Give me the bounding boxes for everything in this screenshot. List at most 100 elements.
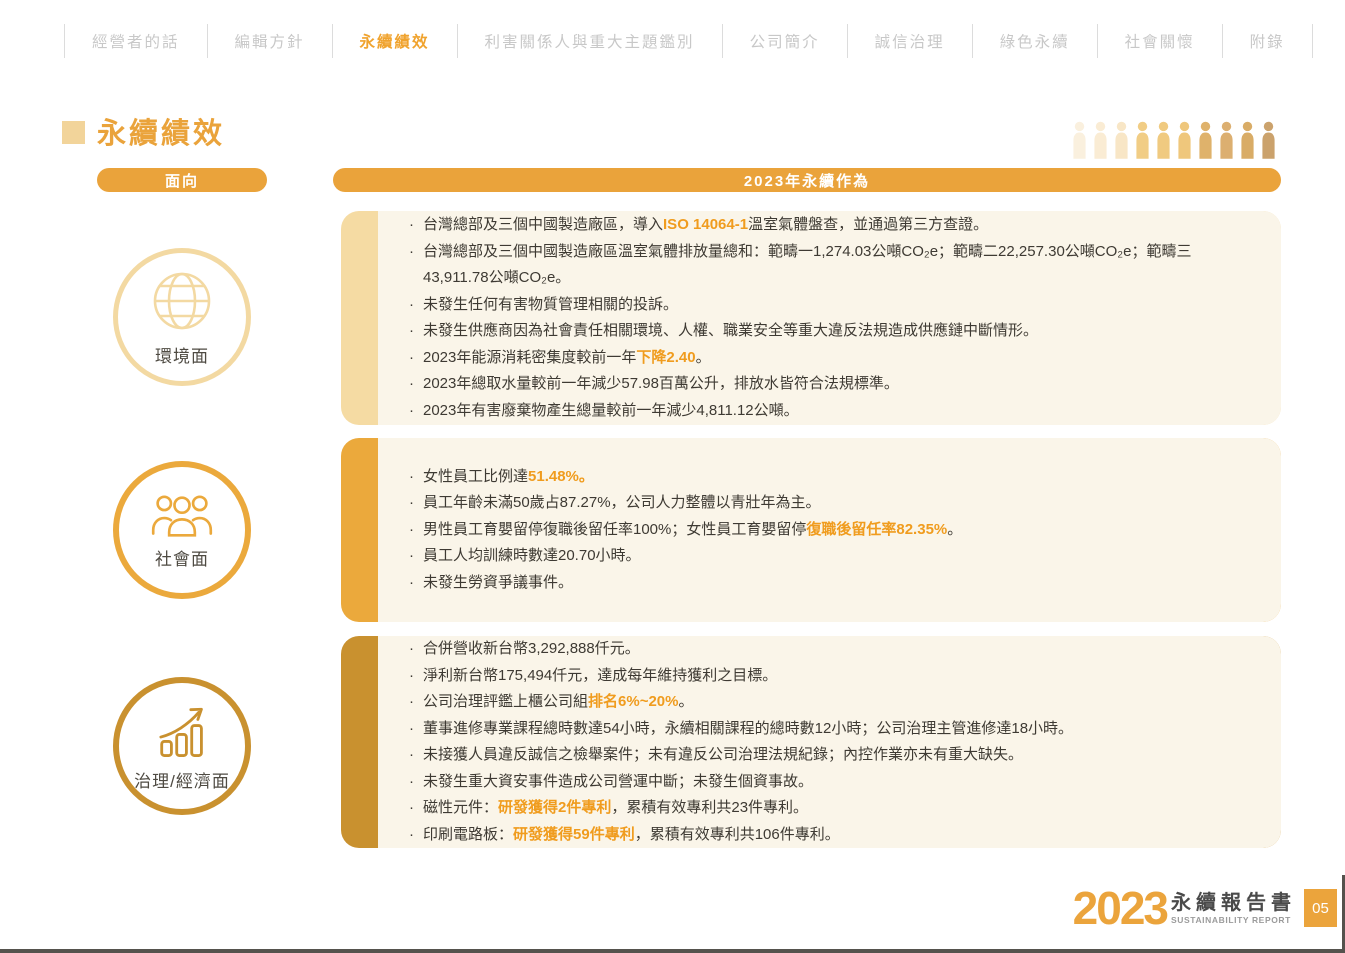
bullet-item: 員工年齡未滿50歲占87.27%，公司人力整體以青壯年為主。	[408, 490, 1253, 517]
aspect-column-header: 面向	[97, 168, 267, 192]
people-icons-strip	[1072, 121, 1276, 159]
bullet-text: 2023年能源消耗密集度較前一年	[423, 349, 636, 366]
bullet-text: 公司治理評鑑上櫃公司組	[423, 693, 588, 710]
bullet-text: 員工人均訓練時數達20.70小時。	[423, 547, 641, 564]
bullet-text: 董事進修專業課程總時數達54小時，永續相關課程的總時數12小時；公司治理主管進修…	[423, 720, 1073, 737]
bullet-list: 女性員工比例達51.48%。員工年齡未滿50歲占87.27%，公司人力整體以青壯…	[408, 464, 1253, 597]
nav-tab-綠色永續[interactable]: 綠色永續	[973, 30, 1097, 52]
bullet-text: 淨利新台幣175,494仟元，達成每年維持獲利之目標。	[423, 667, 777, 684]
person-icon	[1240, 121, 1255, 159]
section-content: 合併營收新台幣3,292,888仟元。淨利新台幣175,494仟元，達成每年維持…	[378, 636, 1281, 848]
bullet-text: 未發生任何有害物質管理相關的投訴。	[423, 296, 678, 313]
growth-chart-icon	[151, 700, 213, 760]
highlight-text: 排名6%~20%	[588, 693, 678, 710]
nav-tab-編輯方針[interactable]: 編輯方針	[208, 30, 332, 52]
section-content: 台灣總部及三個中國製造廠區，導入ISO 14064-1溫室氣體盤查，並通過第三方…	[378, 211, 1281, 425]
nav-tab-經營者的話[interactable]: 經營者的話	[65, 30, 207, 52]
bullet-item: 公司治理評鑑上櫃公司組排名6%~20%。	[408, 689, 1253, 716]
page-title-row: 永續績效	[62, 110, 225, 152]
section-block-社會面: 女性員工比例達51.48%。員工年齡未滿50歲占87.27%，公司人力整體以青壯…	[341, 438, 1281, 622]
bullet-item: 2023年能源消耗密集度較前一年下降2.40。	[408, 345, 1253, 372]
bullet-text: 。	[696, 349, 711, 366]
people-group-icon	[151, 491, 213, 538]
person-icon	[1135, 121, 1150, 159]
nav-tab-利害關係人與重大主題鑑別[interactable]: 利害關係人與重大主題鑑別	[458, 30, 722, 52]
bullet-item: 董事進修專業課程總時數達54小時，永續相關課程的總時數12小時；公司治理主管進修…	[408, 716, 1253, 743]
bullet-text: 台灣總部及三個中國製造廠區，導入	[423, 216, 663, 233]
nav-tab-社會關懷[interactable]: 社會關懷	[1098, 30, 1222, 52]
page-title: 永續績效	[97, 110, 225, 152]
bullet-text: 。	[947, 521, 962, 538]
page-bottom-border	[0, 949, 1345, 953]
bullet-item: 女性員工比例達51.48%。	[408, 464, 1253, 491]
section-circle-治理/經濟面: 治理/經濟面	[113, 677, 251, 815]
top-navigation: 經營者的話編輯方針永續績效利害關係人與重大主題鑑別公司簡介誠信治理綠色永續社會關…	[64, 22, 1285, 60]
bullet-item: 未發生重大資安事件造成公司營運中斷；未發生個資事故。	[408, 769, 1253, 796]
bullet-item: 未發生供應商因為社會責任相關環境、人權、職業安全等重大違反法規造成供應鏈中斷情形…	[408, 318, 1253, 345]
person-icon	[1219, 121, 1234, 159]
footer-year: 2023	[1073, 888, 1167, 929]
bullet-text: 台灣總部及三個中國製造廠區溫室氣體排放量總和：範疇一1,274.03公噸CO₂e…	[423, 243, 1191, 287]
bullet-text: ，累積有效專利共23件專利。	[611, 799, 808, 816]
person-icon	[1198, 121, 1213, 159]
bullet-item: 2023年有害廢棄物產生總量較前一年減少4,811.12公噸。	[408, 398, 1253, 425]
highlight-text: ISO 14064-1	[663, 216, 748, 233]
person-icon	[1072, 121, 1087, 159]
bullet-list: 合併營收新台幣3,292,888仟元。淨利新台幣175,494仟元，達成每年維持…	[408, 636, 1253, 848]
bullet-item: 淨利新台幣175,494仟元，達成每年維持獲利之目標。	[408, 663, 1253, 690]
bullet-item: 台灣總部及三個中國製造廠區溫室氣體排放量總和：範疇一1,274.03公噸CO₂e…	[408, 239, 1253, 292]
bullet-text: ，累積有效專利共106件專利。	[635, 826, 840, 843]
bullet-text: 合併營收新台幣3,292,888仟元。	[423, 640, 640, 657]
highlight-text: 下降2.40	[636, 349, 695, 366]
actions-column-header: 2023年永續作為	[333, 168, 1281, 192]
person-icon	[1114, 121, 1129, 159]
person-icon	[1177, 121, 1192, 159]
bullet-text: 未發生勞資爭議事件。	[423, 574, 573, 591]
report-page: 經營者的話編輯方針永續績效利害關係人與重大主題鑑別公司簡介誠信治理綠色永續社會關…	[0, 0, 1345, 953]
bullet-item: 合併營收新台幣3,292,888仟元。	[408, 636, 1253, 663]
bullet-text: 。	[678, 693, 693, 710]
section-circle-社會面: 社會面	[113, 461, 251, 599]
bullet-text: 印刷電路板：	[423, 826, 513, 843]
section-circle-環境面: 環境面	[113, 248, 251, 386]
highlight-text: 復職後留任率82.35%	[806, 521, 947, 538]
bullet-item: 未發生任何有害物質管理相關的投訴。	[408, 292, 1253, 319]
bullet-text: 員工年齡未滿50歲占87.27%，公司人力整體以青壯年為主。	[423, 494, 821, 511]
bullet-text: 2023年有害廢棄物產生總量較前一年減少4,811.12公噸。	[423, 402, 799, 419]
bullet-item: 印刷電路板：研發獲得59件專利，累積有效專利共106件專利。	[408, 822, 1253, 849]
bullet-item: 未接獲人員違反誠信之檢舉案件；未有違反公司治理法規紀錄；內控作業亦未有重大缺失。	[408, 742, 1253, 769]
bullet-item: 台灣總部及三個中國製造廠區，導入ISO 14064-1溫室氣體盤查，並通過第三方…	[408, 212, 1253, 239]
bullet-text: 未接獲人員違反誠信之檢舉案件；未有違反公司治理法規紀錄；內控作業亦未有重大缺失。	[423, 746, 1023, 763]
section-label: 治理/經濟面	[134, 767, 230, 792]
bullet-text: 女性員工比例達	[423, 468, 528, 485]
footer-report-title: 永續報告書	[1171, 892, 1296, 915]
section-label: 社會面	[155, 545, 209, 570]
person-icon	[1261, 121, 1276, 159]
footer-report-subtitle: SUSTAINABILITY REPORT	[1171, 915, 1296, 925]
bullet-text: 未發生供應商因為社會責任相關環境、人權、職業安全等重大違反法規造成供應鏈中斷情形…	[423, 322, 1038, 339]
highlight-text: 研發獲得2件專利	[498, 799, 611, 816]
section-label: 環境面	[155, 342, 209, 367]
bullet-list: 台灣總部及三個中國製造廠區，導入ISO 14064-1溫室氣體盤查，並通過第三方…	[408, 212, 1253, 424]
nav-tab-附錄[interactable]: 附錄	[1223, 30, 1312, 52]
section-content: 女性員工比例達51.48%。員工年齡未滿50歲占87.27%，公司人力整體以青壯…	[378, 438, 1281, 622]
bullet-item: 未發生勞資爭議事件。	[408, 570, 1253, 597]
highlight-text: 研發獲得59件專利	[513, 826, 635, 843]
bullet-item: 磁性元件：研發獲得2件專利，累積有效專利共23件專利。	[408, 795, 1253, 822]
nav-tab-誠信治理[interactable]: 誠信治理	[848, 30, 972, 52]
title-square-decoration	[62, 121, 85, 144]
bullet-text: 2023年總取水量較前一年減少57.98百萬公升，排放水皆符合法規標準。	[423, 375, 899, 392]
bullet-item: 男性員工育嬰留停復職後留任率100%；女性員工育嬰留停復職後留任率82.35%。	[408, 517, 1253, 544]
nav-tab-永續績效[interactable]: 永續績效	[333, 30, 457, 52]
bullet-text: 溫室氣體盤查，並通過第三方查證。	[748, 216, 988, 233]
globe-icon	[148, 267, 216, 335]
report-footer: 2023 永續報告書 SUSTAINABILITY REPORT 05	[1073, 888, 1337, 929]
bullet-text: 未發生重大資安事件造成公司營運中斷；未發生個資事故。	[423, 773, 813, 790]
page-number-badge: 05	[1304, 889, 1337, 927]
bullet-item: 2023年總取水量較前一年減少57.98百萬公升，排放水皆符合法規標準。	[408, 371, 1253, 398]
footer-titles: 永續報告書 SUSTAINABILITY REPORT	[1171, 892, 1296, 925]
person-icon	[1093, 121, 1108, 159]
bullet-text: 磁性元件：	[423, 799, 498, 816]
nav-tab-公司簡介[interactable]: 公司簡介	[723, 30, 847, 52]
section-block-環境面: 台灣總部及三個中國製造廠區，導入ISO 14064-1溫室氣體盤查，並通過第三方…	[341, 211, 1281, 425]
